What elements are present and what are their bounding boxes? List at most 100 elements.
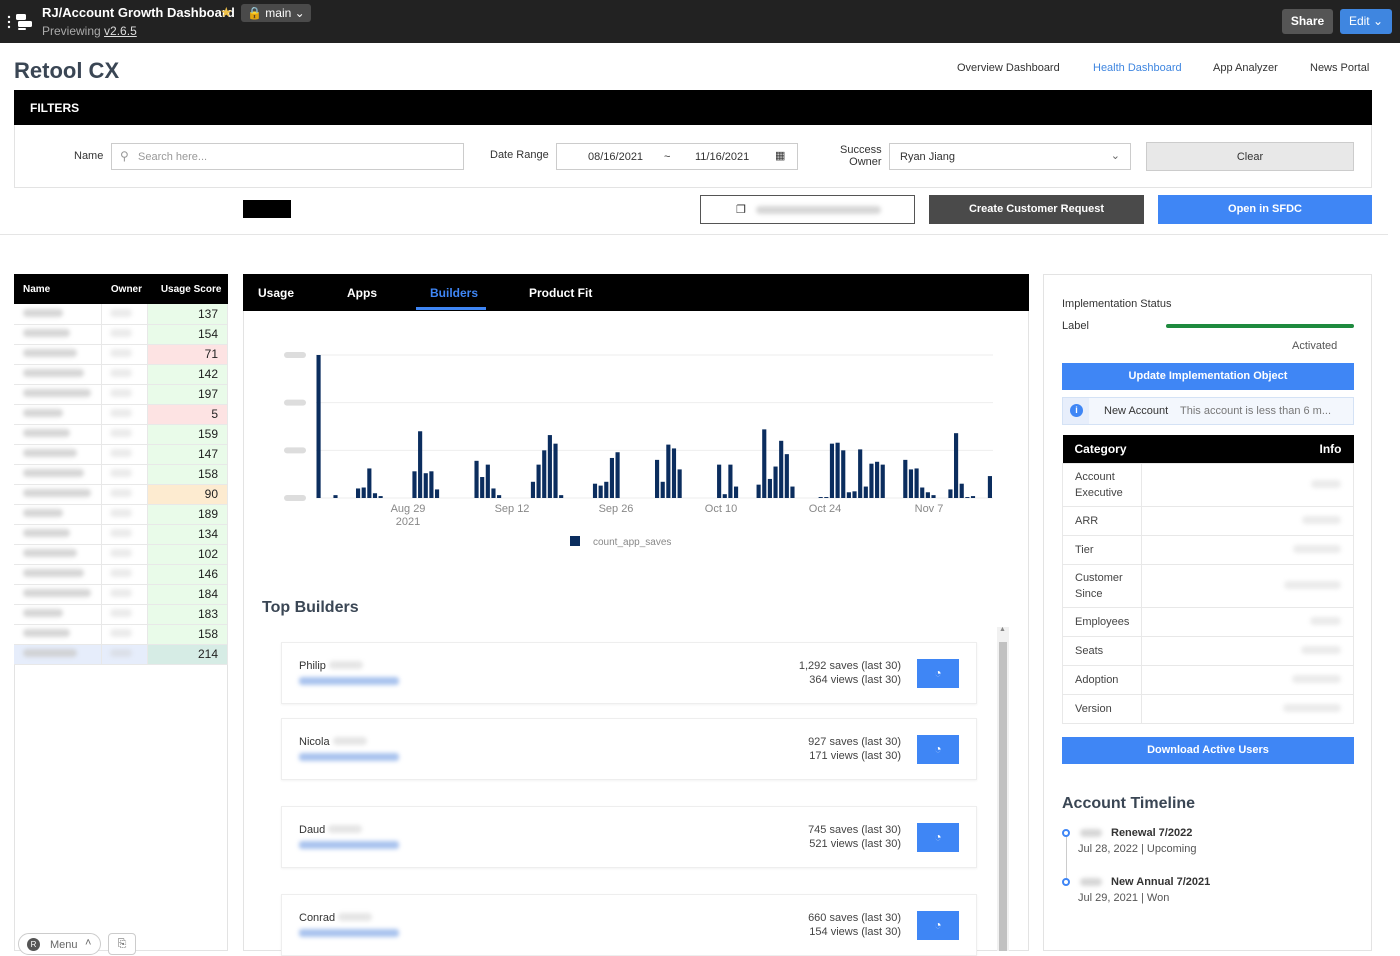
star-icon[interactable]: ★ [220, 4, 233, 21]
calendar-icon[interactable]: ▦ [775, 149, 785, 162]
name-search-input[interactable]: ⚲ Search here... [111, 143, 464, 170]
bar[interactable] [970, 496, 976, 498]
builder-details-button[interactable]: ◔ [917, 823, 959, 852]
copy-icon[interactable]: ⎘ [108, 933, 136, 955]
tab-builders[interactable]: Builders [430, 286, 478, 300]
bar[interactable] [846, 492, 851, 498]
builder-details-button[interactable]: ◔ [917, 911, 959, 940]
bar[interactable] [920, 487, 925, 498]
bar[interactable] [835, 442, 840, 498]
builder-details-button[interactable]: ◔ [917, 735, 959, 764]
account-row[interactable]: 154 [14, 324, 228, 345]
bar[interactable] [655, 459, 660, 498]
bar[interactable] [666, 444, 671, 498]
bar[interactable] [497, 495, 502, 498]
nav-health-dashboard[interactable]: Health Dashboard [1093, 62, 1182, 74]
nav-app-analyzer[interactable]: App Analyzer [1213, 62, 1278, 74]
account-row[interactable]: 71 [14, 344, 228, 365]
open-sfdc-button[interactable]: Open in SFDC [1158, 195, 1372, 224]
bar[interactable] [542, 450, 547, 498]
bar[interactable] [609, 457, 615, 498]
bar[interactable] [598, 485, 603, 498]
share-button[interactable]: Share [1282, 9, 1333, 34]
col-owner[interactable]: Owner [101, 274, 148, 304]
bar[interactable] [818, 497, 823, 498]
bar[interactable] [355, 488, 361, 498]
builder-email-link[interactable] [299, 841, 399, 849]
bar[interactable] [948, 489, 953, 498]
account-row[interactable]: 5 [14, 404, 228, 425]
tab-usage[interactable]: Usage [258, 286, 294, 300]
bar[interactable] [722, 494, 727, 498]
branch-selector[interactable]: 🔒 main ⌄ [241, 4, 311, 22]
bar[interactable] [361, 487, 366, 498]
bar[interactable] [372, 493, 378, 498]
bar[interactable] [829, 443, 835, 498]
account-row[interactable]: 102 [14, 544, 228, 565]
scroll-up-icon[interactable]: ▲ [999, 626, 1006, 633]
builder-email-link[interactable] [299, 929, 399, 937]
bar[interactable] [604, 481, 609, 498]
bar[interactable] [717, 464, 722, 498]
col-name[interactable]: Name [14, 274, 102, 304]
bar[interactable] [790, 486, 795, 498]
bar[interactable] [841, 450, 846, 498]
bar[interactable] [412, 471, 417, 498]
bar[interactable] [728, 464, 733, 498]
app-menu-icon[interactable] [6, 12, 34, 32]
bar[interactable] [333, 495, 338, 498]
nav-news-portal[interactable]: News Portal [1310, 62, 1369, 74]
bar[interactable] [423, 473, 428, 498]
bar[interactable] [378, 496, 383, 498]
bar[interactable] [869, 463, 874, 498]
bar[interactable] [863, 486, 868, 498]
tab-apps[interactable]: Apps [347, 286, 377, 300]
bar[interactable] [592, 483, 598, 498]
bar[interactable] [480, 477, 485, 498]
create-customer-request-button[interactable]: Create Customer Request [929, 195, 1144, 224]
builder-details-button[interactable]: ◔ [917, 659, 959, 688]
success-owner-select[interactable]: Ryan Jiang ⌄ [889, 143, 1131, 170]
col-usage-score[interactable]: Usage Score [147, 274, 228, 304]
account-row[interactable]: 189 [14, 504, 228, 525]
bar[interactable] [965, 497, 970, 498]
bar[interactable] [316, 355, 321, 498]
account-row[interactable]: 197 [14, 384, 228, 405]
menu-button[interactable]: R Menu ˄ [18, 933, 101, 955]
bar[interactable] [767, 478, 772, 498]
builder-email-link[interactable] [299, 753, 399, 761]
account-row[interactable]: 146 [14, 564, 228, 585]
nav-overview-dashboard[interactable]: Overview Dashboard [957, 62, 1060, 74]
bar[interactable] [954, 433, 959, 498]
bar[interactable] [553, 443, 558, 498]
bar[interactable] [367, 468, 372, 498]
account-row[interactable]: 147 [14, 444, 228, 465]
account-row[interactable]: 214 [14, 644, 228, 665]
account-row[interactable]: 158 [14, 624, 228, 645]
bar[interactable] [547, 435, 552, 498]
scrollbar-thumb[interactable] [999, 642, 1007, 951]
bar[interactable] [429, 471, 434, 498]
bar[interactable] [931, 495, 936, 498]
bar[interactable] [875, 461, 880, 498]
bar[interactable] [762, 429, 767, 498]
account-row[interactable]: 134 [14, 524, 228, 545]
clear-button[interactable]: Clear [1146, 142, 1354, 171]
bar[interactable] [903, 459, 908, 498]
bar[interactable] [530, 481, 536, 498]
bar[interactable] [474, 460, 479, 498]
bar[interactable] [914, 468, 919, 498]
bar[interactable] [677, 469, 682, 498]
bar[interactable] [756, 484, 761, 498]
builder-email-link[interactable] [299, 677, 399, 685]
bar[interactable] [660, 481, 665, 498]
bar[interactable] [434, 489, 440, 498]
bar[interactable] [418, 431, 423, 498]
bar[interactable] [959, 483, 964, 498]
account-row[interactable]: 90 [14, 484, 228, 505]
builders-scrollbar[interactable]: ▲ [997, 626, 1009, 951]
bar[interactable] [824, 497, 829, 498]
edit-button[interactable]: Edit ⌄ [1340, 9, 1392, 34]
bar[interactable] [779, 440, 784, 498]
date-range-input[interactable]: 08/16/2021 ~ 11/16/2021 ▦ [556, 143, 798, 170]
